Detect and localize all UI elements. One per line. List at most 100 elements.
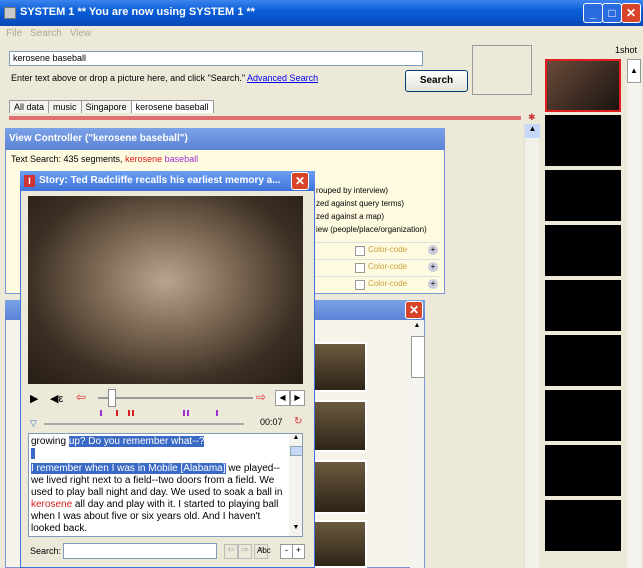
volume-icon[interactable]: ◀ε — [50, 392, 63, 405]
color-code-row: Color-code + — [312, 259, 440, 275]
font-larger-button[interactable]: + — [292, 544, 305, 559]
vc-option[interactable]: zed against query terms) — [316, 199, 404, 208]
find-next-icon[interactable]: ⇨ — [238, 544, 252, 559]
main-scrollbar[interactable]: ▲ — [524, 124, 540, 568]
close-button[interactable]: ✕ — [621, 3, 641, 23]
next-segment-icon[interactable]: ⇨ — [256, 390, 266, 404]
expand-icon[interactable]: + — [428, 245, 438, 255]
transcript-scrollbar[interactable]: ▲ ▼ — [289, 434, 302, 536]
color-code-checkbox[interactable] — [355, 263, 365, 273]
right-thumb[interactable] — [545, 500, 621, 551]
prev-segment-icon[interactable]: ⇦ — [76, 390, 86, 404]
summary-text: Text Search: 435 segments, — [11, 154, 123, 164]
loop-icon[interactable]: ↻ — [294, 416, 302, 427]
marker — [187, 410, 189, 416]
play-icon[interactable]: ▶ — [30, 392, 38, 405]
tab-all-data[interactable]: All data — [9, 100, 50, 113]
right-thumb-selected[interactable] — [545, 59, 621, 112]
expand-icon[interactable]: + — [428, 262, 438, 272]
color-code-label: Color-code — [368, 245, 408, 254]
right-thumb[interactable] — [545, 280, 621, 331]
mini-timeline[interactable] — [44, 423, 244, 425]
results-close-button[interactable]: ✕ — [405, 301, 423, 319]
timeline-handle[interactable] — [108, 389, 116, 407]
results-scrollbar[interactable]: ▲ — [410, 322, 425, 568]
color-code-label: Color-code — [368, 279, 408, 288]
vc-option[interactable]: zed against a map) — [316, 212, 384, 221]
search-button[interactable]: Search — [405, 70, 468, 92]
step-back-icon[interactable]: ◀ — [275, 390, 290, 406]
search-label: Search: — [30, 546, 62, 556]
right-thumb[interactable] — [545, 115, 621, 166]
search-input[interactable]: kerosene baseball — [9, 51, 423, 66]
marker — [183, 410, 185, 416]
minimize-button[interactable]: _ — [583, 3, 603, 23]
search-hint: Enter text above or drop a picture here,… — [11, 73, 318, 83]
color-code-label: Color-code — [368, 262, 408, 271]
marker — [132, 410, 134, 416]
transcript-search-row: Search: ⇦ ⇨ ✕ Abc - + — [28, 540, 308, 562]
video-frame[interactable] — [28, 196, 303, 384]
expand-icon[interactable]: + — [428, 279, 438, 289]
menu-bar: File Search View — [6, 28, 99, 40]
menu-view[interactable]: View — [70, 28, 92, 39]
transcript-search-input[interactable] — [63, 543, 217, 559]
results-scroll-thumb[interactable] — [411, 336, 425, 378]
transcript-kerosene: kerosene — [31, 499, 73, 510]
transcript-line1: growing — [31, 436, 69, 447]
abc-label: Abc — [257, 546, 271, 555]
advanced-search-link[interactable]: Advanced Search — [247, 73, 318, 83]
timeline-track[interactable] — [98, 397, 253, 399]
story-close-button[interactable]: ✕ — [291, 172, 309, 190]
view-controller-title-bar: View Controller ("kerosene baseball") — [5, 128, 445, 150]
summary-term-kerosene: kerosene — [125, 154, 163, 164]
transcript-highlight: I remember when I was in Mobile [Alabama… — [31, 463, 226, 474]
color-code-row: Color-code + — [312, 242, 440, 258]
story-title: Story: Ted Radcliffe recalls his earlies… — [39, 175, 281, 186]
app-icon — [4, 7, 16, 19]
results-scroll-up-icon[interactable]: ▲ — [410, 322, 424, 336]
transcript-scroll-thumb[interactable] — [290, 446, 302, 456]
picture-drop-zone[interactable] — [472, 45, 532, 95]
story-title-bar: I Story: Ted Radcliffe recalls his earli… — [20, 171, 315, 191]
menu-search[interactable]: Search — [30, 28, 62, 39]
video-controls: ▶ ◀ε ⇦ ⇨ ◀ ▶ ▽ 00:07 ↻ — [28, 386, 308, 430]
maximize-button[interactable]: □ — [602, 3, 622, 23]
right-scrollbar[interactable]: ▲ — [627, 59, 641, 568]
right-thumb[interactable] — [545, 445, 621, 496]
right-thumb[interactable] — [545, 170, 621, 221]
vc-option[interactable]: rouped by interview) — [316, 186, 388, 195]
vc-option[interactable]: iew (people/place/organization) — [316, 225, 427, 234]
transcript-scroll-down-icon[interactable]: ▼ — [289, 524, 302, 536]
right-thumb[interactable] — [545, 225, 621, 276]
tab-kerosene-baseball[interactable]: kerosene baseball — [130, 100, 214, 113]
tab-music[interactable]: music — [48, 100, 82, 113]
tab-progress-bar — [9, 116, 521, 120]
result-thumb[interactable] — [313, 460, 367, 514]
menu-file[interactable]: File — [6, 28, 22, 39]
search-hint-text: Enter text above or drop a picture here,… — [11, 73, 246, 83]
result-thumb[interactable] — [313, 400, 367, 452]
result-thumb[interactable] — [313, 342, 367, 392]
right-panel-label: 1shot — [615, 45, 638, 55]
transcript-highlight: up? Do you remember what--? — [68, 436, 205, 447]
transcript-box[interactable]: growing up? Do you remember what--? I re… — [28, 433, 303, 537]
right-scroll-up-icon[interactable]: ▲ — [627, 59, 641, 83]
step-forward-icon[interactable]: ▶ — [290, 390, 305, 406]
summary-term-baseball: baseball — [164, 154, 199, 164]
right-thumb[interactable] — [545, 390, 621, 441]
tab-singapore[interactable]: Singapore — [80, 100, 132, 113]
mini-timeline-icon[interactable]: ▽ — [30, 418, 37, 429]
transcript-highlight-spacer — [31, 448, 35, 459]
right-thumb[interactable] — [545, 335, 621, 386]
scroll-up-icon[interactable]: ▲ — [525, 124, 540, 138]
color-code-checkbox[interactable] — [355, 246, 365, 256]
tab-strip: All data music Singapore kerosene baseball — [9, 100, 214, 113]
find-prev-icon[interactable]: ⇦ — [224, 544, 238, 559]
result-thumb[interactable] — [313, 520, 367, 568]
pin-icon[interactable]: ✱ — [528, 112, 536, 123]
color-code-checkbox[interactable] — [355, 280, 365, 290]
transcript-scroll-up-icon[interactable]: ▲ — [289, 434, 302, 446]
color-code-row: Color-code + — [312, 276, 440, 292]
marker — [216, 410, 218, 416]
